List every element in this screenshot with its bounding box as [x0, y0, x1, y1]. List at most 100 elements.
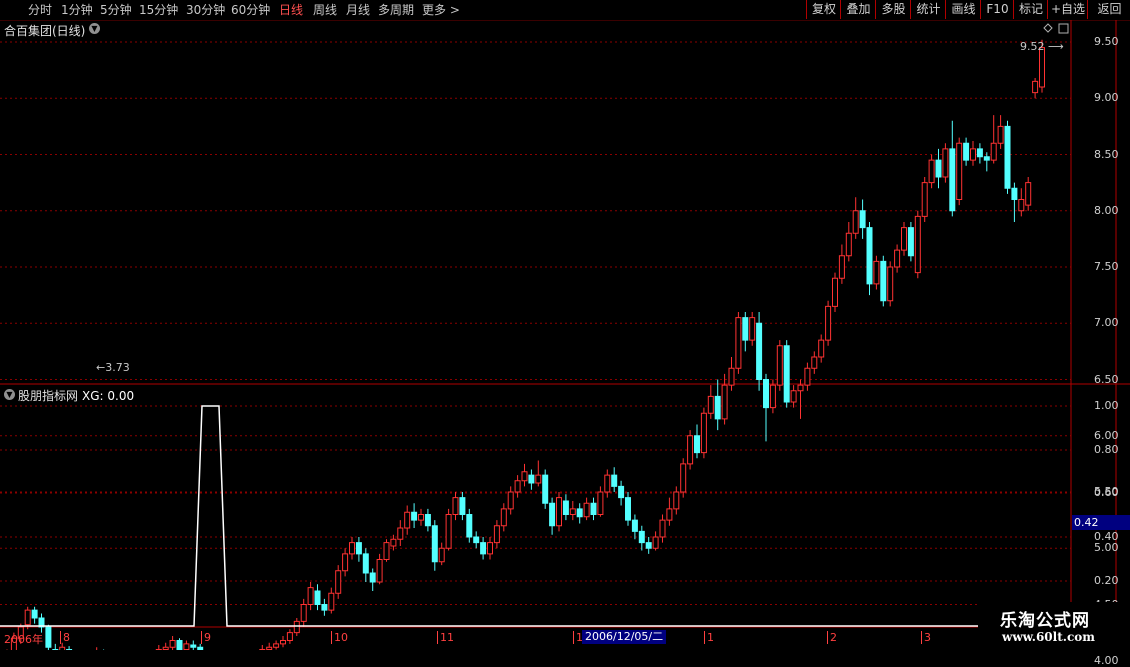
- candle-body-up: [604, 474, 611, 493]
- watermark-url: www.60lt.com: [1002, 630, 1095, 644]
- candle-body-up: [293, 620, 300, 634]
- candle-body-up: [335, 570, 342, 594]
- candle-body-down: [625, 497, 631, 521]
- candle-body-down: [431, 525, 438, 563]
- candle-body-up: [383, 542, 390, 560]
- candle-body-up: [328, 592, 335, 611]
- candle-body-down: [176, 640, 183, 650]
- candle-body-up: [349, 542, 355, 555]
- candle-body-up: [1025, 182, 1032, 206]
- candle-body-up: [769, 384, 776, 409]
- candle-body-up: [914, 215, 921, 274]
- candle-body-down: [528, 474, 535, 484]
- watermark-title: 乐淘公式网: [1000, 611, 1090, 631]
- candle-body-down: [694, 435, 700, 454]
- date-axis-label: 9: [201, 631, 211, 644]
- candle-body-down: [590, 502, 597, 515]
- candle-body-up: [397, 527, 404, 540]
- candle-body-up: [970, 148, 976, 161]
- price-tick-label: 8.50: [1094, 147, 1119, 161]
- price-tick-label: 6.00: [1094, 428, 1119, 442]
- date-axis-label: 3: [921, 631, 931, 644]
- candle-body-down: [424, 514, 431, 527]
- low-price-marker: ←3.73: [96, 361, 130, 374]
- candle-body-down: [45, 626, 52, 648]
- indicator-tick-label: 0.40: [1094, 530, 1119, 543]
- cursor-value-label: 0.42: [1072, 515, 1130, 530]
- candle-body-down: [763, 379, 769, 409]
- candle-body-up: [569, 508, 576, 515]
- candle-body-up: [707, 395, 714, 414]
- candle-body-up: [514, 480, 521, 493]
- candle-body-up: [687, 435, 694, 465]
- candle-body-up: [342, 553, 349, 572]
- candle-body-down: [190, 644, 197, 648]
- candle-body-down: [321, 604, 328, 611]
- candle-body-up: [700, 412, 707, 454]
- candle-body-down: [907, 227, 914, 257]
- candle-body-down: [549, 502, 556, 527]
- candle-body-up: [990, 142, 997, 161]
- candle-body-down: [866, 227, 873, 285]
- candle-body-down: [542, 474, 549, 504]
- candle-body-down: [369, 572, 376, 583]
- candle-body-up: [556, 497, 562, 527]
- candle-body-up: [997, 125, 1004, 144]
- candle-body-up: [418, 514, 424, 521]
- price-tick-label: 9.00: [1094, 91, 1119, 105]
- candle-body-down: [859, 210, 866, 229]
- candle-body-up: [818, 339, 825, 358]
- candle-body-up: [680, 463, 687, 493]
- candle-body-up: [776, 345, 783, 386]
- candle-body-up: [852, 210, 859, 234]
- candle-body-down: [473, 536, 480, 544]
- chart-canvas[interactable]: [0, 0, 1130, 650]
- candle-body-down: [411, 511, 418, 521]
- candle-body-down: [645, 542, 652, 549]
- candle-body-down: [611, 474, 618, 487]
- candle-body-down: [880, 260, 887, 302]
- candle-body-up: [280, 640, 286, 645]
- candle-body-down: [31, 609, 38, 619]
- candle-body-down: [935, 159, 942, 178]
- candle-body-down: [459, 497, 466, 515]
- candle-body-up: [838, 255, 845, 279]
- candle-body-up: [749, 317, 756, 341]
- candle-body-up: [652, 536, 659, 549]
- candle-body-up: [438, 547, 445, 563]
- price-tick-label: 5.00: [1094, 541, 1119, 555]
- date-axis-label: 8: [60, 631, 70, 644]
- candle-body-up: [583, 502, 590, 518]
- candle-body-up: [1018, 199, 1025, 212]
- candle-body-up: [845, 232, 852, 257]
- price-tick-label: 7.00: [1094, 316, 1119, 330]
- candle-body-up: [804, 367, 811, 386]
- candle-body-down: [783, 345, 790, 403]
- candle-body-up: [894, 249, 901, 268]
- candle-body-down: [714, 395, 721, 420]
- candle-body-down: [618, 485, 625, 499]
- candle-body-up: [873, 260, 880, 285]
- candle-body-down: [480, 542, 487, 555]
- candle-body-down: [983, 156, 990, 161]
- candle-body-down: [631, 519, 638, 532]
- candle-body-up: [24, 609, 31, 626]
- candle-body-up: [507, 491, 514, 510]
- price-tick-label: 9.50: [1094, 35, 1119, 48]
- candle-body-up: [887, 266, 894, 302]
- candle-body-up: [673, 491, 680, 510]
- candle-body-up: [300, 604, 307, 622]
- candle-body-up: [825, 305, 832, 341]
- price-tick-label: 4.00: [1094, 653, 1119, 667]
- date-axis-label: 10: [331, 631, 348, 644]
- candle-body-up: [266, 646, 273, 650]
- indicator-tick-label: 0.80: [1094, 443, 1119, 456]
- indicator-tick-label: 0.60: [1094, 486, 1119, 499]
- candle-body-down: [362, 553, 369, 574]
- candle-body-down: [355, 542, 362, 555]
- candle-body-up: [273, 643, 280, 648]
- date-axis-label: 2006年: [4, 633, 43, 646]
- candle-body-up: [928, 159, 935, 184]
- candle-body-down: [976, 148, 983, 158]
- candle-body-down: [949, 148, 956, 212]
